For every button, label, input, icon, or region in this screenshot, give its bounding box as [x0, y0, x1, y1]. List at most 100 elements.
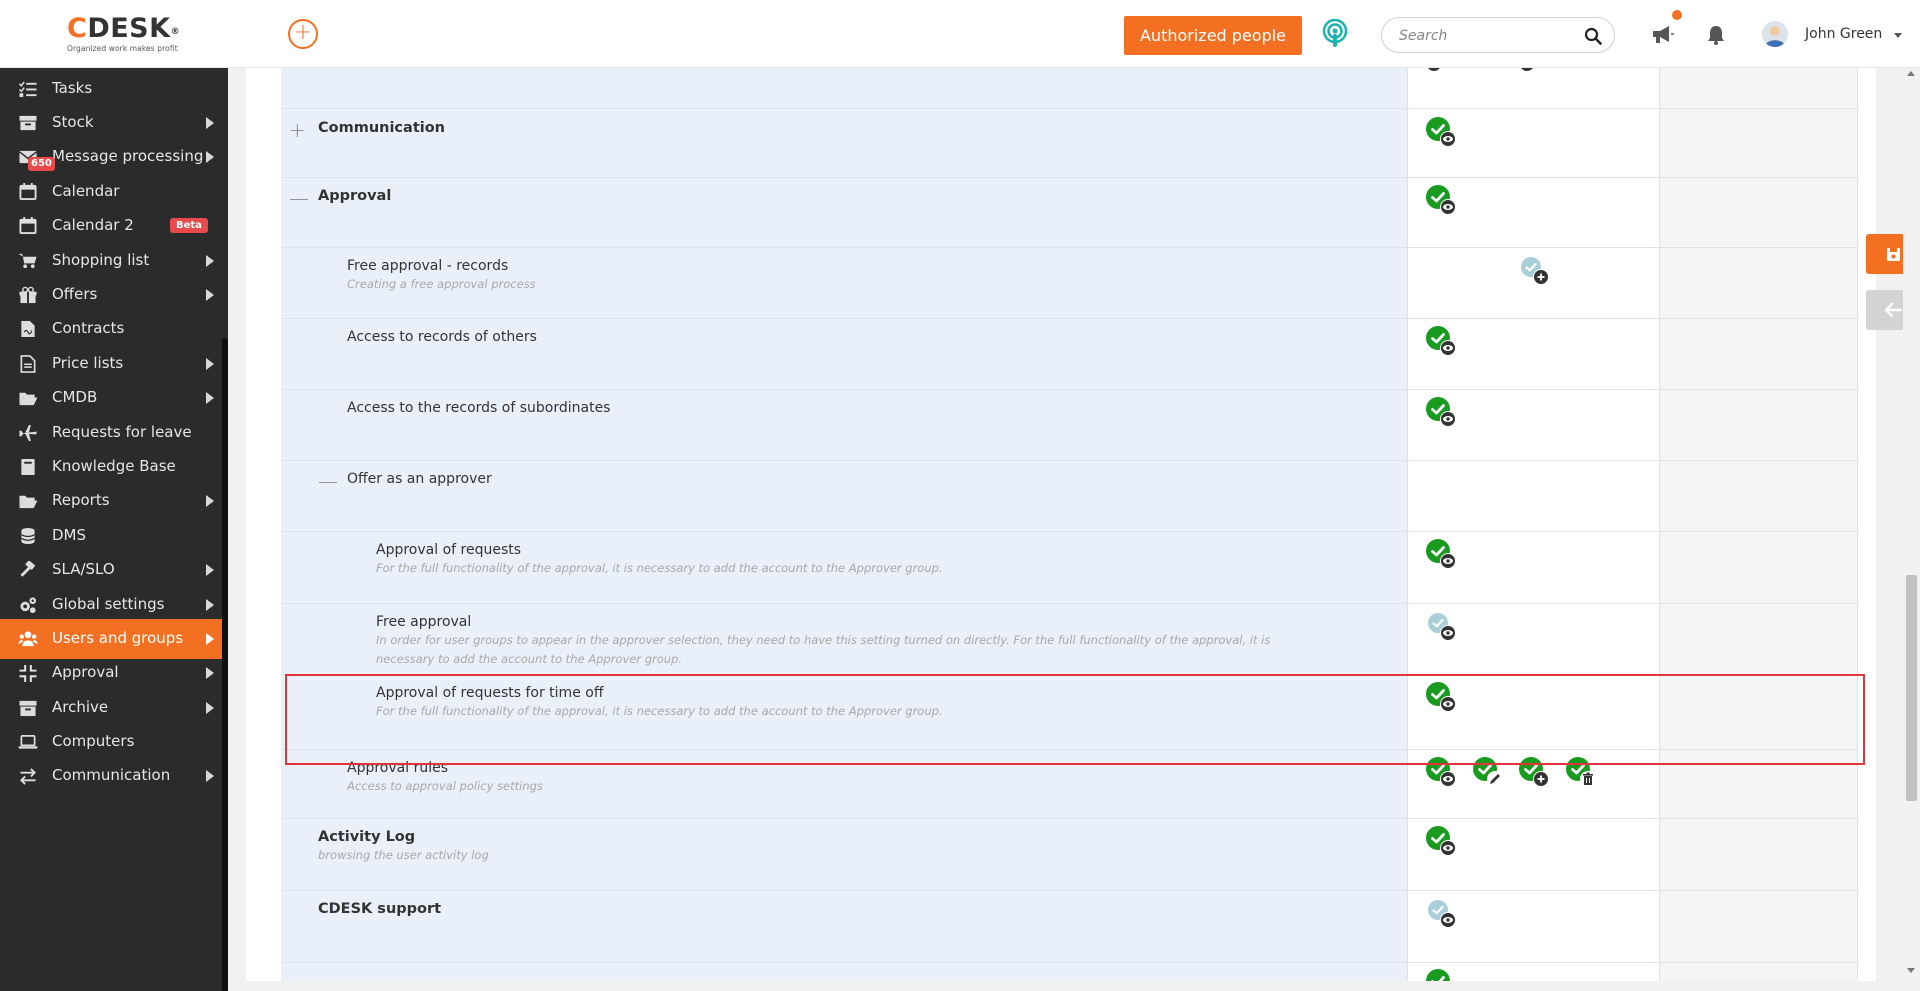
calendar-icon [19, 183, 37, 201]
sidebar-item-contracts[interactable]: Contracts [0, 309, 222, 349]
permission-title: Approval of requests for time off [376, 685, 604, 701]
sidebar-item-label: Global settings [52, 595, 165, 613]
permission-row: Access to the records of subordinates [281, 390, 1858, 461]
permission-description: necessary to add the account to the Appr… [376, 652, 683, 666]
expand-icon[interactable]: + [289, 120, 306, 140]
user-name[interactable]: John Green [1805, 26, 1882, 42]
permission-description: In order for user groups to appear in th… [376, 633, 1271, 647]
cdesk-logo[interactable]: CDESK® Organized work makes profit [67, 14, 197, 56]
permission-toggle[interactable] [1426, 757, 1456, 789]
chevron-right-icon[interactable] [206, 770, 214, 782]
sidebar-scrollbar[interactable] [222, 338, 228, 991]
permission-toggle[interactable] [1426, 397, 1456, 429]
sidebar-item-cmdb[interactable]: CMDB [0, 378, 222, 418]
permission-toggle[interactable] [1426, 68, 1456, 88]
chevron-right-icon[interactable] [206, 289, 214, 301]
permission-type [1533, 269, 1549, 285]
chevron-right-icon[interactable] [206, 255, 214, 267]
permission-type [1440, 199, 1456, 215]
permission-description: For the full functionality of the approv… [376, 704, 943, 718]
chevron-right-icon[interactable] [206, 358, 214, 370]
permission-type [1440, 340, 1456, 356]
permissions-grid: + Communication — Approval Free approval - r… [281, 68, 1858, 981]
add-new-button[interactable]: + [288, 19, 318, 49]
scrollbar-track[interactable] [1903, 68, 1920, 981]
folder-open-icon [19, 392, 38, 406]
scrollbar-thumb[interactable] [1906, 575, 1917, 801]
scroll-up-arrow[interactable] [1907, 71, 1915, 76]
eye-icon [1441, 841, 1455, 855]
sidebar-item-label: Offers [52, 285, 98, 303]
permission-toggle[interactable] [1519, 255, 1549, 287]
eye-icon [1441, 341, 1455, 355]
permission-type [1440, 131, 1456, 147]
permission-toggle[interactable] [1426, 969, 1456, 981]
plane-icon [19, 424, 37, 442]
permission-toggle[interactable] [1426, 326, 1456, 358]
sidebar-item-label: Communication [52, 766, 171, 784]
permission-title: Approval of requests [376, 542, 522, 558]
permission-toggle[interactable] [1519, 68, 1549, 88]
sidebar-item-calendar-2[interactable]: Calendar 2 Beta [0, 206, 222, 246]
sidebar-item-approval[interactable]: Approval [0, 653, 222, 693]
chevron-right-icon[interactable] [206, 564, 214, 576]
permission-toggle[interactable] [1426, 117, 1456, 149]
eye-icon [1441, 132, 1455, 146]
authorized-people-button[interactable]: Authorized people [1124, 16, 1302, 55]
book-icon [21, 458, 35, 476]
cart-icon [18, 253, 37, 269]
laptop-icon [18, 734, 38, 749]
collapse-icon[interactable]: — [289, 188, 309, 208]
permission-toggle[interactable] [1426, 539, 1456, 571]
sidebar-item-communication[interactable]: Communication [0, 756, 222, 796]
permission-type [1440, 840, 1456, 856]
sidebar-item-label: Price lists [52, 354, 124, 372]
chevron-right-icon[interactable] [206, 667, 214, 679]
bell-icon[interactable] [1707, 25, 1725, 45]
collapse-icon[interactable]: — [318, 471, 338, 491]
sidebar-item-label: Knowledge Base [52, 457, 176, 475]
permission-type [1533, 771, 1549, 787]
megaphone-icon[interactable] [1650, 23, 1674, 45]
permission-toggle[interactable] [1519, 757, 1549, 789]
permission-type [1579, 771, 1596, 787]
tasks-icon [18, 81, 37, 98]
sidebar-item-sla-slo[interactable]: SLA/SLO [0, 550, 222, 590]
users-icon [18, 631, 38, 647]
chevron-right-icon[interactable] [206, 495, 214, 507]
permission-toggle[interactable] [1472, 757, 1503, 789]
chevron-down-icon[interactable] [1894, 33, 1902, 38]
avatar[interactable] [1762, 21, 1788, 47]
sidebar-item-label: Calendar 2 [52, 216, 134, 234]
permission-toggle[interactable] [1426, 826, 1456, 858]
search-icon[interactable] [1584, 27, 1602, 45]
main-content: + Communication — Approval Free approval - r… [228, 68, 1920, 991]
chevron-right-icon[interactable] [206, 633, 214, 645]
permission-type [1440, 625, 1456, 641]
sidebar-item-label: DMS [52, 526, 87, 544]
permission-type [1440, 771, 1456, 787]
search-input[interactable] [1399, 26, 1579, 46]
chevron-right-icon[interactable] [206, 702, 214, 714]
sidebar-item-label: Archive [52, 698, 109, 716]
chevron-right-icon[interactable] [206, 599, 214, 611]
permission-toggle[interactable] [1426, 682, 1456, 714]
permission-toggle[interactable] [1426, 611, 1456, 643]
beta-badge: Beta [170, 218, 208, 233]
sidebar-item-reports[interactable]: Reports [0, 481, 222, 521]
permission-type [1440, 411, 1456, 427]
sidebar-item-label: Computers [52, 732, 135, 750]
chevron-right-icon[interactable] [206, 117, 214, 129]
chevron-right-icon[interactable] [206, 151, 214, 163]
chevron-right-icon[interactable] [206, 392, 214, 404]
sidebar-item-message-processing[interactable]: Message processing 650 [0, 137, 222, 177]
permission-title: Communication [318, 120, 446, 136]
permission-toggle[interactable] [1426, 898, 1456, 930]
scroll-down-arrow[interactable] [1907, 968, 1915, 973]
podcast-icon[interactable] [1320, 18, 1350, 50]
permission-toggle[interactable] [1565, 757, 1596, 789]
permission-title: Access to the records of subordinates [347, 400, 611, 416]
plus-icon [1534, 270, 1548, 284]
sidebar-item-label: Message processing [52, 147, 204, 165]
permission-toggle[interactable] [1426, 185, 1456, 217]
